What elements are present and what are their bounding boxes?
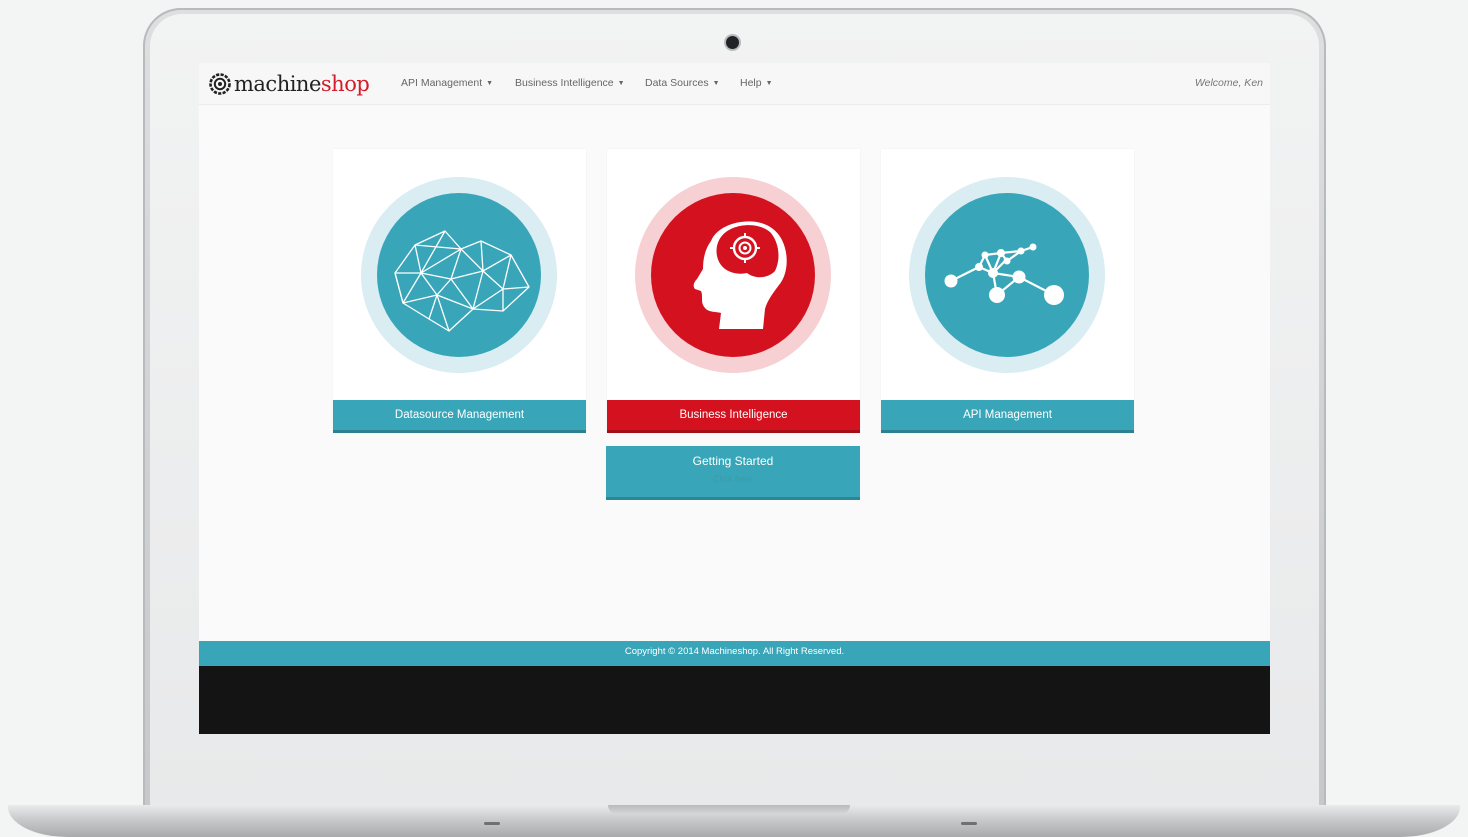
network-map-icon: [361, 177, 557, 373]
datasource-management-button[interactable]: Datasource Management: [333, 400, 586, 433]
nav-label: API Management: [401, 77, 483, 89]
card-datasource-management[interactable]: Datasource Management: [333, 149, 586, 433]
nav-api-management[interactable]: API Management ▼: [401, 77, 493, 89]
nav-data-sources[interactable]: Data Sources ▼: [645, 77, 720, 89]
caret-down-icon: ▼: [617, 80, 625, 87]
nav-label: Business Intelligence: [515, 77, 614, 89]
welcome-user[interactable]: Welcome, Ken: [1195, 77, 1263, 89]
laptop-notch: [608, 805, 850, 814]
brain-head-icon: [635, 177, 831, 373]
caret-down-icon: ▼: [765, 80, 773, 87]
api-management-button[interactable]: API Management: [881, 400, 1134, 433]
laptop-foot: [961, 822, 977, 825]
webcam-icon: [726, 36, 739, 49]
business-intelligence-button[interactable]: Business Intelligence: [607, 400, 860, 433]
copyright-text: Copyright © 2014 Machineshop. All Right …: [624, 646, 845, 657]
card-business-intelligence[interactable]: Business Intelligence: [607, 149, 860, 433]
caret-down-icon: ▼: [712, 80, 720, 87]
getting-started-link[interactable]: Click here: [606, 474, 860, 484]
footer-bar: Copyright © 2014 Machineshop. All Right …: [199, 641, 1270, 666]
nav-help[interactable]: Help ▼: [740, 77, 773, 89]
brand-name-part1: machine: [234, 72, 321, 96]
nav-label: Data Sources: [645, 77, 709, 89]
card-api-management[interactable]: API Management: [881, 149, 1134, 433]
app-screen: machineshop API Management ▼ Business Int…: [199, 63, 1270, 734]
laptop-foot: [484, 822, 500, 825]
brand-logo[interactable]: machineshop: [209, 71, 370, 97]
brand-name-part2: shop: [320, 72, 370, 96]
node-graph-icon: [909, 177, 1105, 373]
nav-label: Help: [740, 77, 762, 89]
getting-started-button[interactable]: Getting Started Click here: [606, 446, 860, 500]
top-navbar: machineshop API Management ▼ Business Int…: [199, 63, 1270, 105]
nav-business-intelligence[interactable]: Business Intelligence ▼: [515, 77, 625, 89]
gear-target-icon: [209, 73, 231, 95]
brand-name: machineshop: [234, 72, 370, 96]
screen-bottom-bar: [199, 666, 1270, 734]
caret-down-icon: ▼: [486, 80, 494, 87]
getting-started-title: Getting Started: [692, 454, 774, 468]
